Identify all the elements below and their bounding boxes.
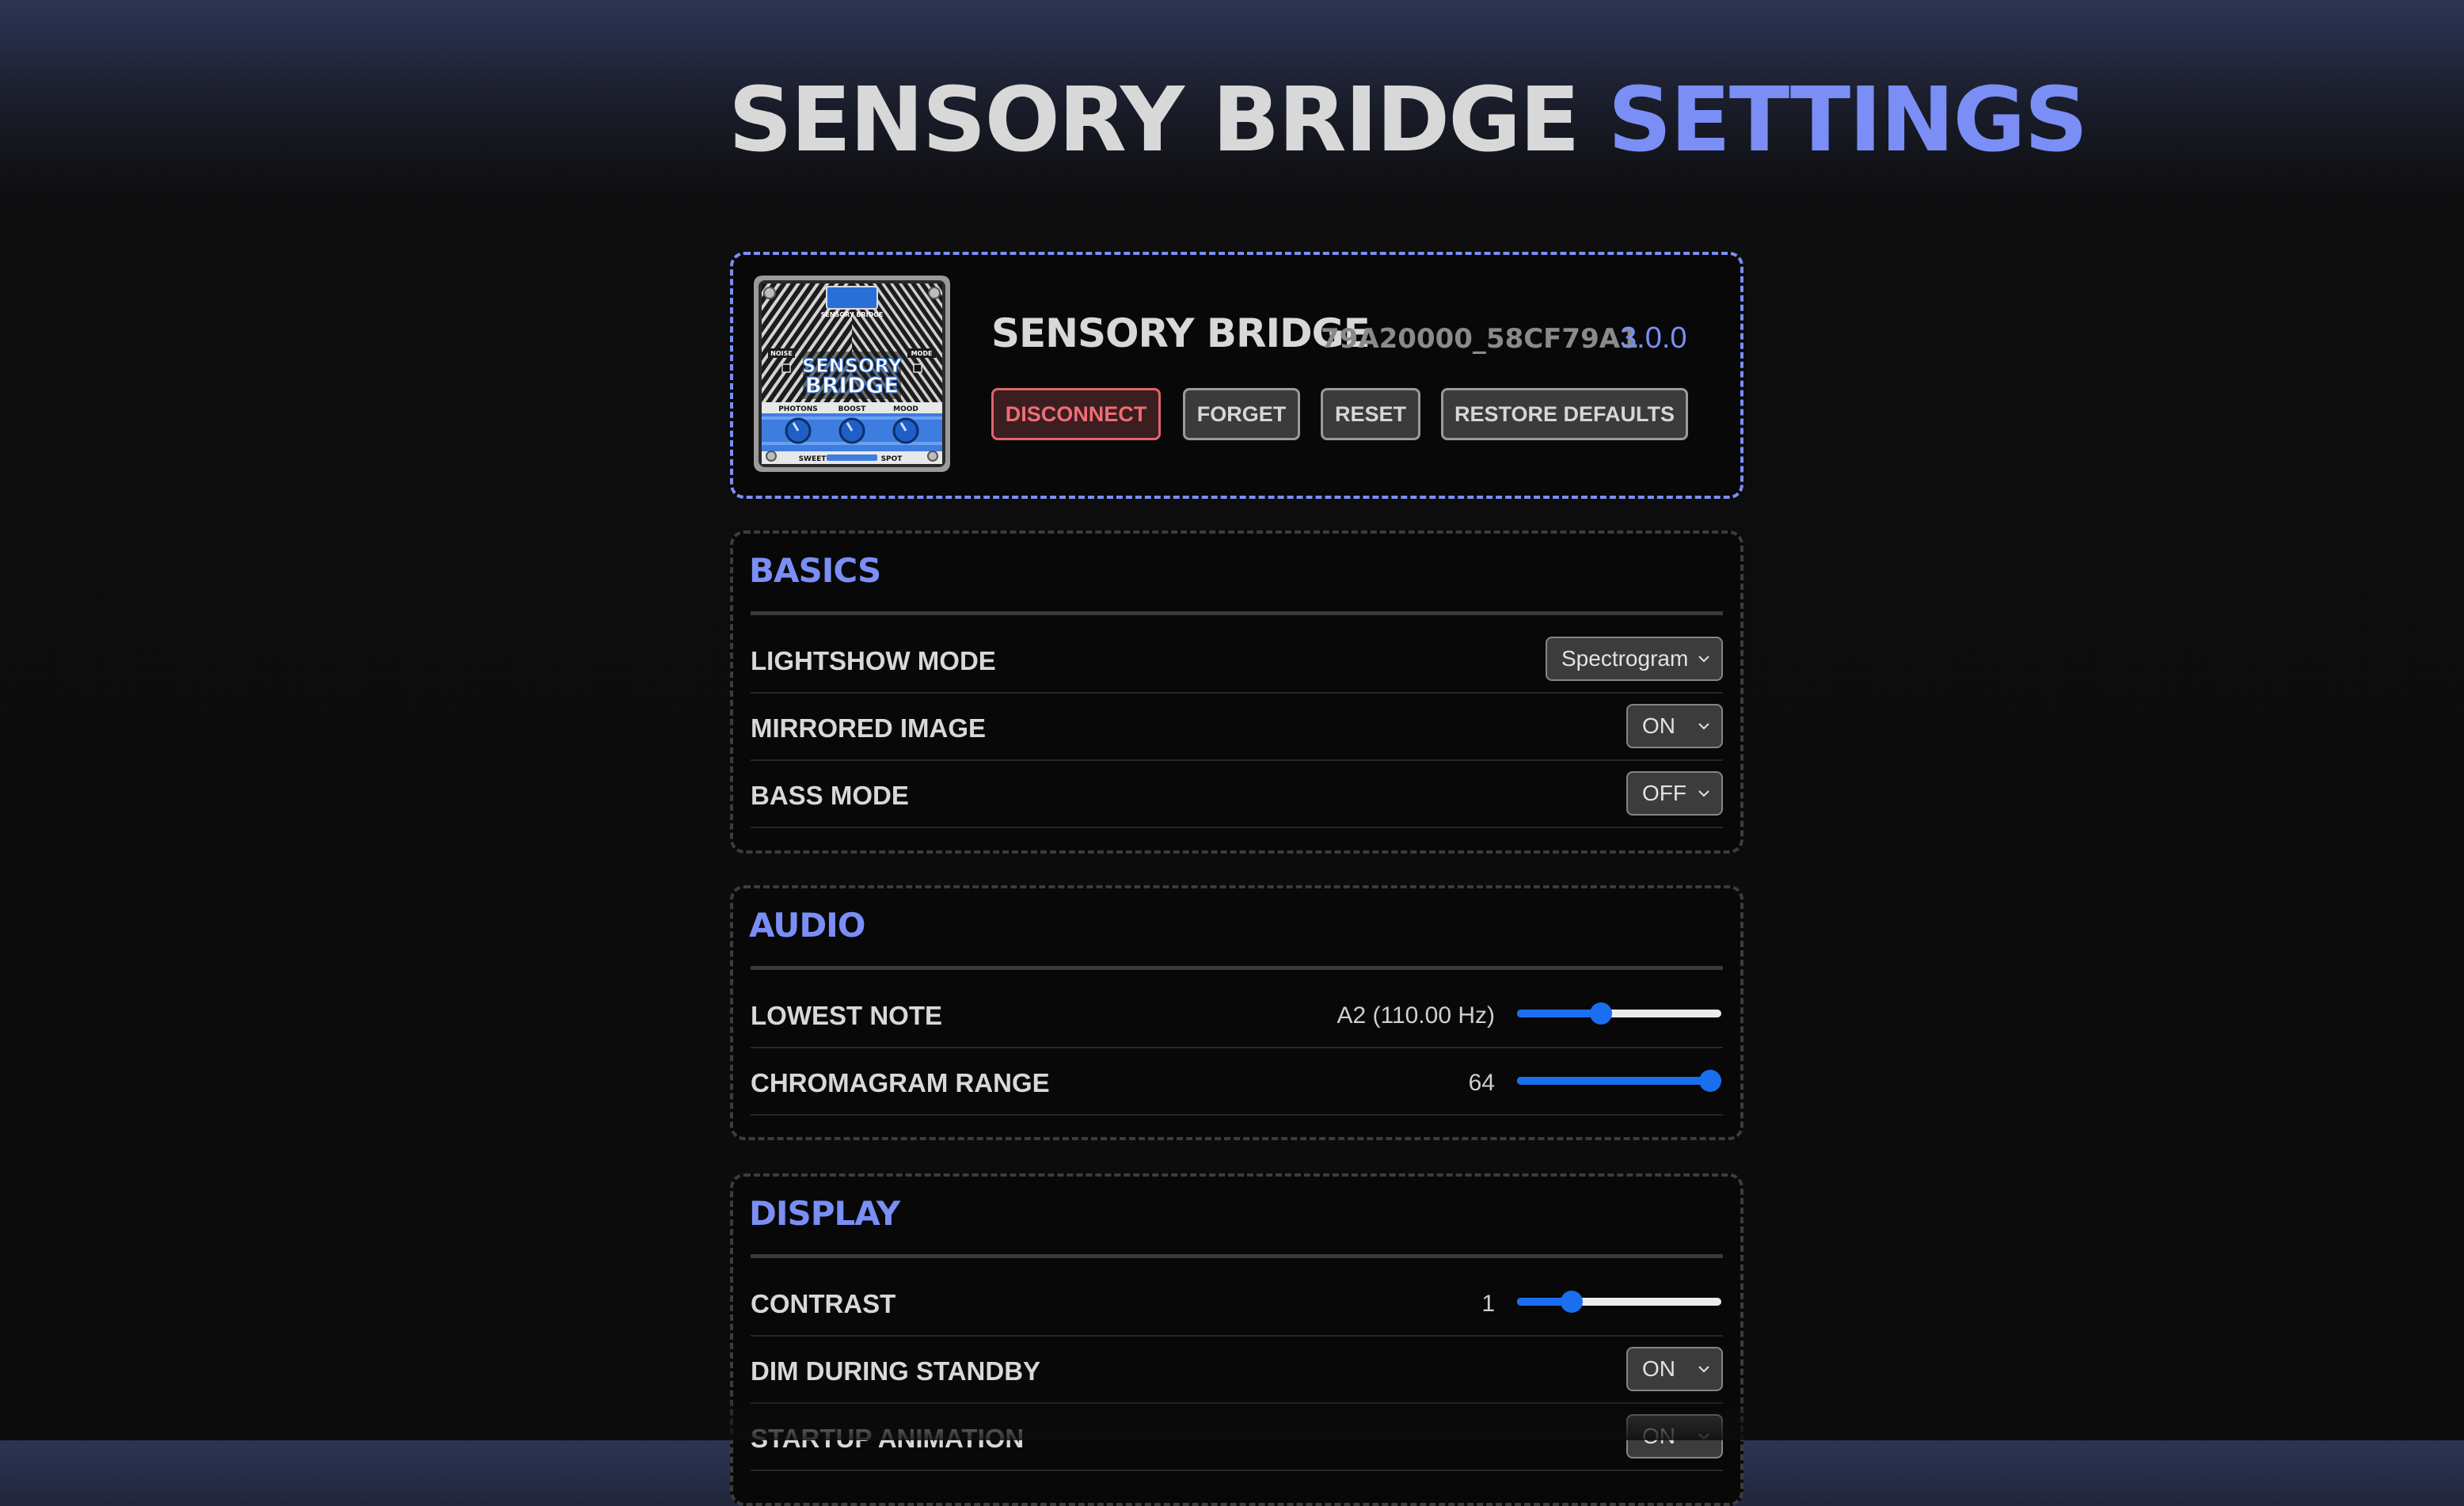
device-version: 3.0.0 [1620, 321, 1687, 355]
setting-label: LIGHTSHOW MODE [751, 646, 996, 675]
setting-row-startup-animation: STARTUP ANIMATION ON [751, 1403, 1723, 1471]
disconnect-button[interactable]: DISCONNECT [991, 388, 1161, 440]
lowest-note-value: A2 (110.00 Hz) [1337, 1002, 1495, 1029]
select-value: ON [1642, 1424, 1675, 1448]
setting-row-lowest-note: LOWEST NOTE A2 (110.00 Hz) [751, 980, 1723, 1048]
audio-section: AUDIO LOWEST NOTE A2 (110.00 Hz) CHROMAG… [730, 885, 1743, 1140]
page-title-accent: SETTINGS [1607, 69, 2089, 172]
device-image-bottom-left: SWEET [799, 455, 827, 463]
startup-animation-select[interactable]: ON [1626, 1414, 1723, 1458]
bass-mode-select[interactable]: OFF [1626, 771, 1723, 816]
slider-thumb[interactable] [1699, 1070, 1721, 1092]
setting-label: DIM DURING STANDBY [751, 1356, 1041, 1386]
setting-label: STARTUP ANIMATION [751, 1424, 1025, 1453]
section-divider [751, 1254, 1723, 1258]
section-divider [751, 966, 1723, 970]
setting-label: CONTRAST [751, 1289, 896, 1318]
chevron-down-icon [1698, 1433, 1709, 1440]
dim-during-standby-select[interactable]: ON [1626, 1347, 1723, 1391]
device-image-knob-label-1: PHOTONS [778, 405, 818, 413]
device-id: 79A20000_58CF79A1 [1321, 323, 1639, 355]
select-value: OFF [1642, 781, 1686, 805]
mirrored-image-select[interactable]: ON [1626, 704, 1723, 748]
device-image-right-label: MODE [911, 350, 933, 357]
setting-row-lightshow-mode: LIGHTSHOW MODE Spectrogram [751, 626, 1723, 694]
device-image-left-label: NOISE [770, 350, 793, 357]
display-section: DISPLAY CONTRAST 1 DIM DURING STANDBY ON… [730, 1173, 1743, 1506]
chevron-down-icon [1698, 723, 1709, 730]
lightshow-mode-select[interactable]: Spectrogram [1546, 637, 1723, 681]
setting-label: CHROMAGRAM RANGE [751, 1068, 1050, 1097]
chevron-down-icon [1698, 656, 1709, 663]
device-image-bottom-right: SPOT [881, 455, 903, 463]
page-title-main: SENSORY BRIDGE [728, 69, 1580, 172]
device-image-knob-label-2: BOOST [838, 405, 867, 413]
chevron-down-icon [1698, 790, 1709, 797]
select-value: ON [1642, 1356, 1675, 1381]
slider-fill [1517, 1010, 1601, 1017]
chromagram-range-value: 64 [1468, 1070, 1495, 1096]
setting-row-bass-mode: BASS MODE OFF [751, 760, 1723, 828]
chromagram-range-slider[interactable] [1517, 1068, 1721, 1093]
forget-button[interactable]: FORGET [1183, 388, 1300, 440]
setting-label: MIRRORED IMAGE [751, 713, 986, 743]
setting-label: LOWEST NOTE [751, 1001, 942, 1030]
section-title-audio: AUDIO [749, 906, 866, 945]
slider-thumb[interactable] [1590, 1002, 1612, 1025]
select-value: ON [1642, 713, 1675, 738]
reset-button[interactable]: RESET [1321, 388, 1420, 440]
basics-section: BASICS LIGHTSHOW MODE Spectrogram MIRROR… [730, 531, 1743, 854]
setting-row-dim-during-standby: DIM DURING STANDBY ON [751, 1336, 1723, 1404]
device-card: SENSORY BRIDGE NOISE MODE SENSORY BRIDGE… [730, 252, 1743, 499]
setting-row-chromagram-range: CHROMAGRAM RANGE 64 [751, 1048, 1723, 1116]
select-value: Spectrogram [1561, 646, 1689, 671]
setting-row-contrast: CONTRAST 1 [751, 1268, 1723, 1337]
device-image-title-2: BRIDGE [805, 372, 899, 398]
device-image-knob-label-3: MOOD [893, 405, 918, 413]
section-title-display: DISPLAY [749, 1194, 900, 1233]
page-title: SENSORY BRIDGE SETTINGS [728, 76, 2088, 165]
slider-thumb[interactable] [1561, 1291, 1584, 1313]
chevron-down-icon [1698, 1366, 1709, 1373]
contrast-value: 1 [1481, 1291, 1495, 1317]
device-image-top-label: SENSORY BRIDGE [821, 311, 884, 318]
setting-label: BASS MODE [751, 781, 909, 810]
lowest-note-slider[interactable] [1517, 1001, 1721, 1026]
device-image: SENSORY BRIDGE NOISE MODE SENSORY BRIDGE… [754, 276, 950, 472]
contrast-slider[interactable] [1517, 1289, 1721, 1314]
section-divider [751, 611, 1723, 615]
slider-fill [1517, 1077, 1710, 1085]
device-name: SENSORY BRIDGE [991, 310, 1371, 356]
section-title-basics: BASICS [749, 551, 881, 590]
restore-defaults-button[interactable]: RESTORE DEFAULTS [1441, 388, 1688, 440]
setting-row-mirrored-image: MIRRORED IMAGE ON [751, 693, 1723, 761]
